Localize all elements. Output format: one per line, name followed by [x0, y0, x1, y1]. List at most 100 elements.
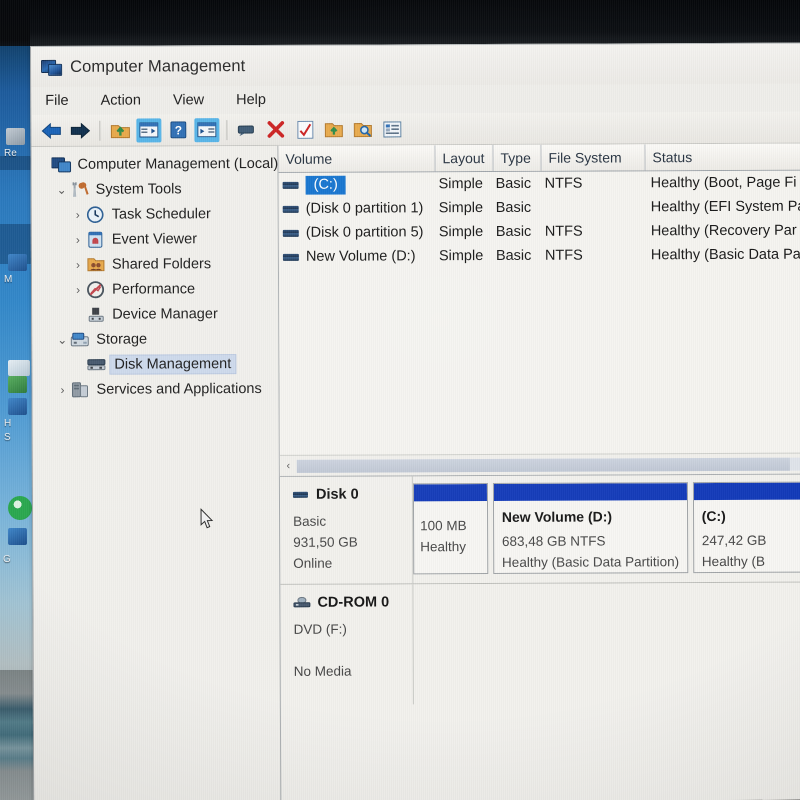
disk-row-cdrom-0[interactable]: CD-ROM 0 DVD (F:) No Media: [280, 582, 800, 705]
tree-item-services-and-applications[interactable]: › Services and Applications: [32, 376, 278, 402]
column-header-status[interactable]: Status: [645, 143, 800, 171]
cell-type: Basic: [495, 175, 532, 192]
forward-icon[interactable]: [67, 118, 92, 142]
desktop-icon-teal-app[interactable]: [8, 528, 27, 545]
tree-item-label: Disk Management: [109, 353, 237, 375]
event-viewer-icon: [86, 230, 106, 248]
disk-meta-size: 931,50 GB: [293, 534, 358, 550]
device-manager-icon: [86, 305, 106, 323]
menu-item-action[interactable]: Action: [99, 90, 154, 110]
tree-item-performance[interactable]: › Performance: [32, 276, 278, 302]
scrollbar-thumb[interactable]: [296, 457, 790, 473]
cdrom-partitions: [413, 583, 800, 705]
tree-item-label: Services and Applications: [96, 380, 262, 398]
help-icon[interactable]: ?: [165, 118, 190, 142]
tree-item-storage[interactable]: ⌄ Storage: [32, 326, 278, 352]
tree-item-label: Shared Folders: [111, 255, 212, 273]
column-header-type[interactable]: Type: [493, 144, 542, 171]
tree-item-system-tools[interactable]: ⌄ System Tools: [32, 176, 278, 202]
window-titlebar: Computer Management: [31, 43, 800, 87]
computer-management-icon: [51, 155, 72, 173]
partition-body: New Volume (D:) 683,48 GB NTFS Healthy (…: [494, 500, 687, 573]
volume-list-rows: (C:) Simple Basic NTFS Healthy (Boot, Pa…: [279, 171, 800, 455]
chevron-right-icon[interactable]: ›: [70, 232, 86, 246]
tree-item-computer-management-local[interactable]: Computer Management (Local): [31, 151, 278, 177]
volume-list-horizontal-scrollbar[interactable]: ‹: [279, 452, 800, 476]
volume-name: New Volume (D:): [305, 248, 416, 265]
partition-name: (C:): [701, 507, 726, 525]
view-details-icon[interactable]: [379, 117, 404, 141]
window-title: Computer Management: [70, 56, 246, 76]
cell-type: Basic: [495, 199, 532, 216]
show-hide-action-pane-icon[interactable]: [194, 117, 220, 142]
partition-efi[interactable]: 100 MB Healthy: [412, 483, 489, 575]
menu-item-file[interactable]: File: [43, 91, 81, 111]
tree-item-task-scheduler[interactable]: › Task Scheduler: [32, 201, 278, 227]
toolbar: ?: [31, 111, 800, 147]
column-header-layout[interactable]: Layout: [435, 144, 494, 172]
chevron-right-icon[interactable]: ›: [70, 257, 86, 271]
cell-volume: (Disk 0 partition 1): [279, 200, 436, 217]
up-one-level-icon[interactable]: [107, 118, 132, 142]
desktop-icon-my-computer[interactable]: [8, 254, 27, 271]
table-row[interactable]: (Disk 0 partition 5) Simple Basic NTFS H…: [279, 219, 800, 245]
desktop-icon-recycle-bin[interactable]: [6, 128, 25, 145]
desktop-icon-green-app[interactable]: [8, 376, 27, 393]
chevron-down-icon[interactable]: ⌄: [54, 182, 70, 196]
volume-list-header: Volume Layout Type File System Status: [278, 143, 800, 173]
partition-c[interactable]: (C:) 247,42 GB Healthy (B: [692, 481, 800, 574]
check-list-icon[interactable]: [292, 117, 317, 141]
svg-text:?: ?: [174, 123, 181, 137]
table-row[interactable]: New Volume (D:) Simple Basic NTFS Health…: [279, 243, 800, 269]
cell-layout: Simple: [438, 200, 484, 217]
chevron-right-icon[interactable]: ›: [70, 207, 86, 221]
tree-item-disk-management[interactable]: Disk Management: [32, 351, 278, 377]
partition-body: 100 MB Healthy: [414, 501, 487, 557]
column-header-volume[interactable]: Volume: [278, 145, 436, 172]
cell-status: Healthy (Recovery Par: [650, 222, 797, 240]
back-icon[interactable]: [38, 118, 63, 142]
scrollbar-track[interactable]: [296, 457, 800, 473]
cell-type: Basic: [495, 247, 532, 264]
services-icon: [70, 380, 90, 398]
desktop-icon-blue-app[interactable]: [8, 398, 27, 415]
properties-icon[interactable]: [234, 118, 259, 142]
disk-row-disk-0[interactable]: Disk 0 Basic 931,50 GB Online 100 MB Hea…: [279, 474, 800, 585]
show-hide-console-tree-icon[interactable]: [136, 117, 162, 143]
partition-bar: [413, 484, 487, 502]
tree-item-shared-folders[interactable]: › Shared Folders: [32, 251, 278, 277]
chevron-right-icon[interactable]: ›: [70, 282, 86, 296]
tree-item-event-viewer[interactable]: › Event Viewer: [32, 226, 278, 252]
chevron-right-icon[interactable]: ›: [54, 382, 70, 396]
partition-size: 100 MB: [420, 518, 467, 534]
cell-layout: Simple: [438, 224, 484, 241]
table-row[interactable]: (C:) Simple Basic NTFS Healthy (Boot, Pa…: [279, 171, 800, 197]
desktop-icon-chrome[interactable]: [8, 496, 32, 520]
desktop-icon-label-h: H: [4, 418, 12, 429]
cdrom-info-panel[interactable]: CD-ROM 0 DVD (F:) No Media: [280, 584, 414, 705]
export-list-icon[interactable]: [321, 117, 346, 141]
delete-icon[interactable]: [263, 117, 288, 141]
table-row[interactable]: (Disk 0 partition 1) Simple Basic Health…: [279, 195, 800, 221]
disk-partitions: 100 MB Healthy New Volume (D:) 683,48 GB…: [412, 475, 800, 584]
menu-item-view[interactable]: View: [171, 90, 217, 110]
disk-meta-status: Online: [293, 555, 333, 571]
tree-item-device-manager[interactable]: Device Manager: [32, 301, 278, 327]
menu-item-help[interactable]: Help: [234, 90, 279, 110]
column-header-file-system[interactable]: File System: [541, 144, 646, 171]
cdrom-icon: [293, 596, 311, 609]
chevron-down-icon[interactable]: ⌄: [54, 332, 70, 346]
partition-name: New Volume (D:): [501, 508, 613, 525]
volume-list: Volume Layout Type File System Status (C…: [278, 143, 800, 477]
cell-file-system: NTFS: [544, 247, 583, 264]
disk-info-panel[interactable]: Disk 0 Basic 931,50 GB Online: [279, 476, 414, 584]
desktop-icon-label-g: G: [3, 554, 11, 565]
desktop-icon-folder[interactable]: [8, 360, 30, 376]
search-icon[interactable]: [350, 117, 375, 141]
scroll-left-arrow-icon[interactable]: ‹: [280, 460, 297, 472]
disk-management-icon: [86, 355, 106, 373]
partition-status: Healthy: [420, 539, 467, 555]
partition-size: 247,42 GB: [701, 532, 767, 549]
partition-new-volume-d[interactable]: New Volume (D:) 683,48 GB NTFS Healthy (…: [492, 482, 688, 574]
disk-meta-type: Basic: [293, 513, 327, 529]
